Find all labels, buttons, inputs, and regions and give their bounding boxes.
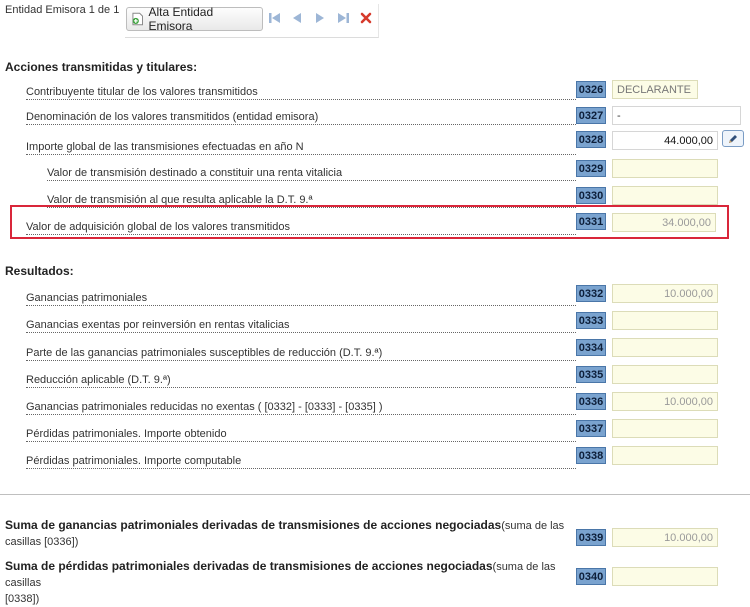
code-0327: 0327 (576, 107, 606, 124)
field-0334[interactable] (612, 338, 718, 357)
pencil-icon (729, 134, 737, 143)
edit-0328-button[interactable] (722, 130, 744, 147)
label-0337: Pérdidas patrimoniales. Importe obtenido (26, 427, 576, 442)
label-0339-note2: casillas [0336]) (5, 536, 79, 548)
first-icon[interactable] (268, 12, 282, 24)
code-0338: 0338 (576, 447, 606, 464)
field-0338[interactable] (612, 446, 718, 465)
field-0327[interactable] (612, 106, 741, 125)
field-0336[interactable] (612, 392, 718, 411)
label-0335: Reducción aplicable (D.T. 9.ª) (26, 373, 576, 388)
alta-label: Alta Entidad Emisora (148, 5, 214, 33)
label-0332: Ganancias patrimoniales (26, 291, 576, 306)
field-0332[interactable] (612, 284, 718, 303)
add-document-icon (132, 12, 143, 26)
label-0327: Denominación de los valores transmitidos… (26, 110, 576, 125)
section-title-resultados: Resultados: (5, 264, 74, 278)
code-0330: 0330 (576, 187, 606, 204)
label-0331: Valor de adquisición global de los valor… (26, 220, 576, 235)
field-0340[interactable] (612, 567, 718, 586)
next-icon[interactable] (315, 12, 325, 24)
code-0329: 0329 (576, 160, 606, 177)
label-0339-note1: (suma de las (501, 520, 565, 532)
code-0336: 0336 (576, 393, 606, 410)
last-icon[interactable] (336, 12, 350, 24)
label-0333: Ganancias exentas por reinversión en ren… (26, 318, 576, 333)
label-0334: Parte de las ganancias patrimoniales sus… (26, 346, 576, 361)
label-0339-bold: Suma de ganancias patrimoniales derivada… (5, 518, 502, 532)
field-0337[interactable] (612, 419, 718, 438)
code-0339: 0339 (576, 529, 606, 546)
field-0329[interactable] (612, 159, 718, 178)
prev-icon[interactable] (292, 12, 302, 24)
label-0336: Ganancias patrimoniales reducidas no exe… (26, 400, 576, 415)
code-0334: 0334 (576, 339, 606, 356)
toolbar: Alta Entidad Emisora (125, 4, 379, 38)
field-0331[interactable] (612, 213, 716, 232)
section-divider (0, 494, 750, 495)
field-0335[interactable] (612, 365, 718, 384)
entity-counter: Entidad Emisora 1 de 1 (5, 4, 120, 16)
label-0338: Pérdidas patrimoniales. Importe computab… (26, 454, 576, 469)
alta-entidad-button[interactable]: Alta Entidad Emisora (126, 5, 263, 33)
code-0337: 0337 (576, 420, 606, 437)
label-0328: Importe global de las transmisiones efec… (26, 140, 576, 155)
delete-icon[interactable] (360, 12, 372, 24)
code-0326: 0326 (576, 81, 606, 98)
code-0328: 0328 (576, 131, 606, 148)
code-0335: 0335 (576, 366, 606, 383)
code-0340: 0340 (576, 568, 606, 585)
field-0328[interactable] (612, 131, 718, 150)
label-0340: Suma de pérdidas patrimoniales derivadas… (5, 558, 575, 607)
label-0326: Contribuyente titular de los valores tra… (26, 85, 576, 100)
field-0330[interactable] (612, 186, 718, 205)
label-0340-bold: Suma de pérdidas patrimoniales derivadas… (5, 559, 493, 573)
label-0340-note2: [0338]) (5, 593, 40, 605)
code-0331: 0331 (576, 213, 606, 230)
section-title-acciones: Acciones transmitidas y titulares: (5, 60, 198, 74)
field-0333[interactable] (612, 311, 718, 330)
label-0329: Valor de transmisión destinado a constit… (47, 166, 576, 181)
label-0339: Suma de ganancias patrimoniales derivada… (5, 517, 565, 550)
field-0339[interactable] (612, 528, 718, 547)
code-0333: 0333 (576, 312, 606, 329)
code-0332: 0332 (576, 285, 606, 302)
field-0326[interactable] (612, 80, 698, 99)
